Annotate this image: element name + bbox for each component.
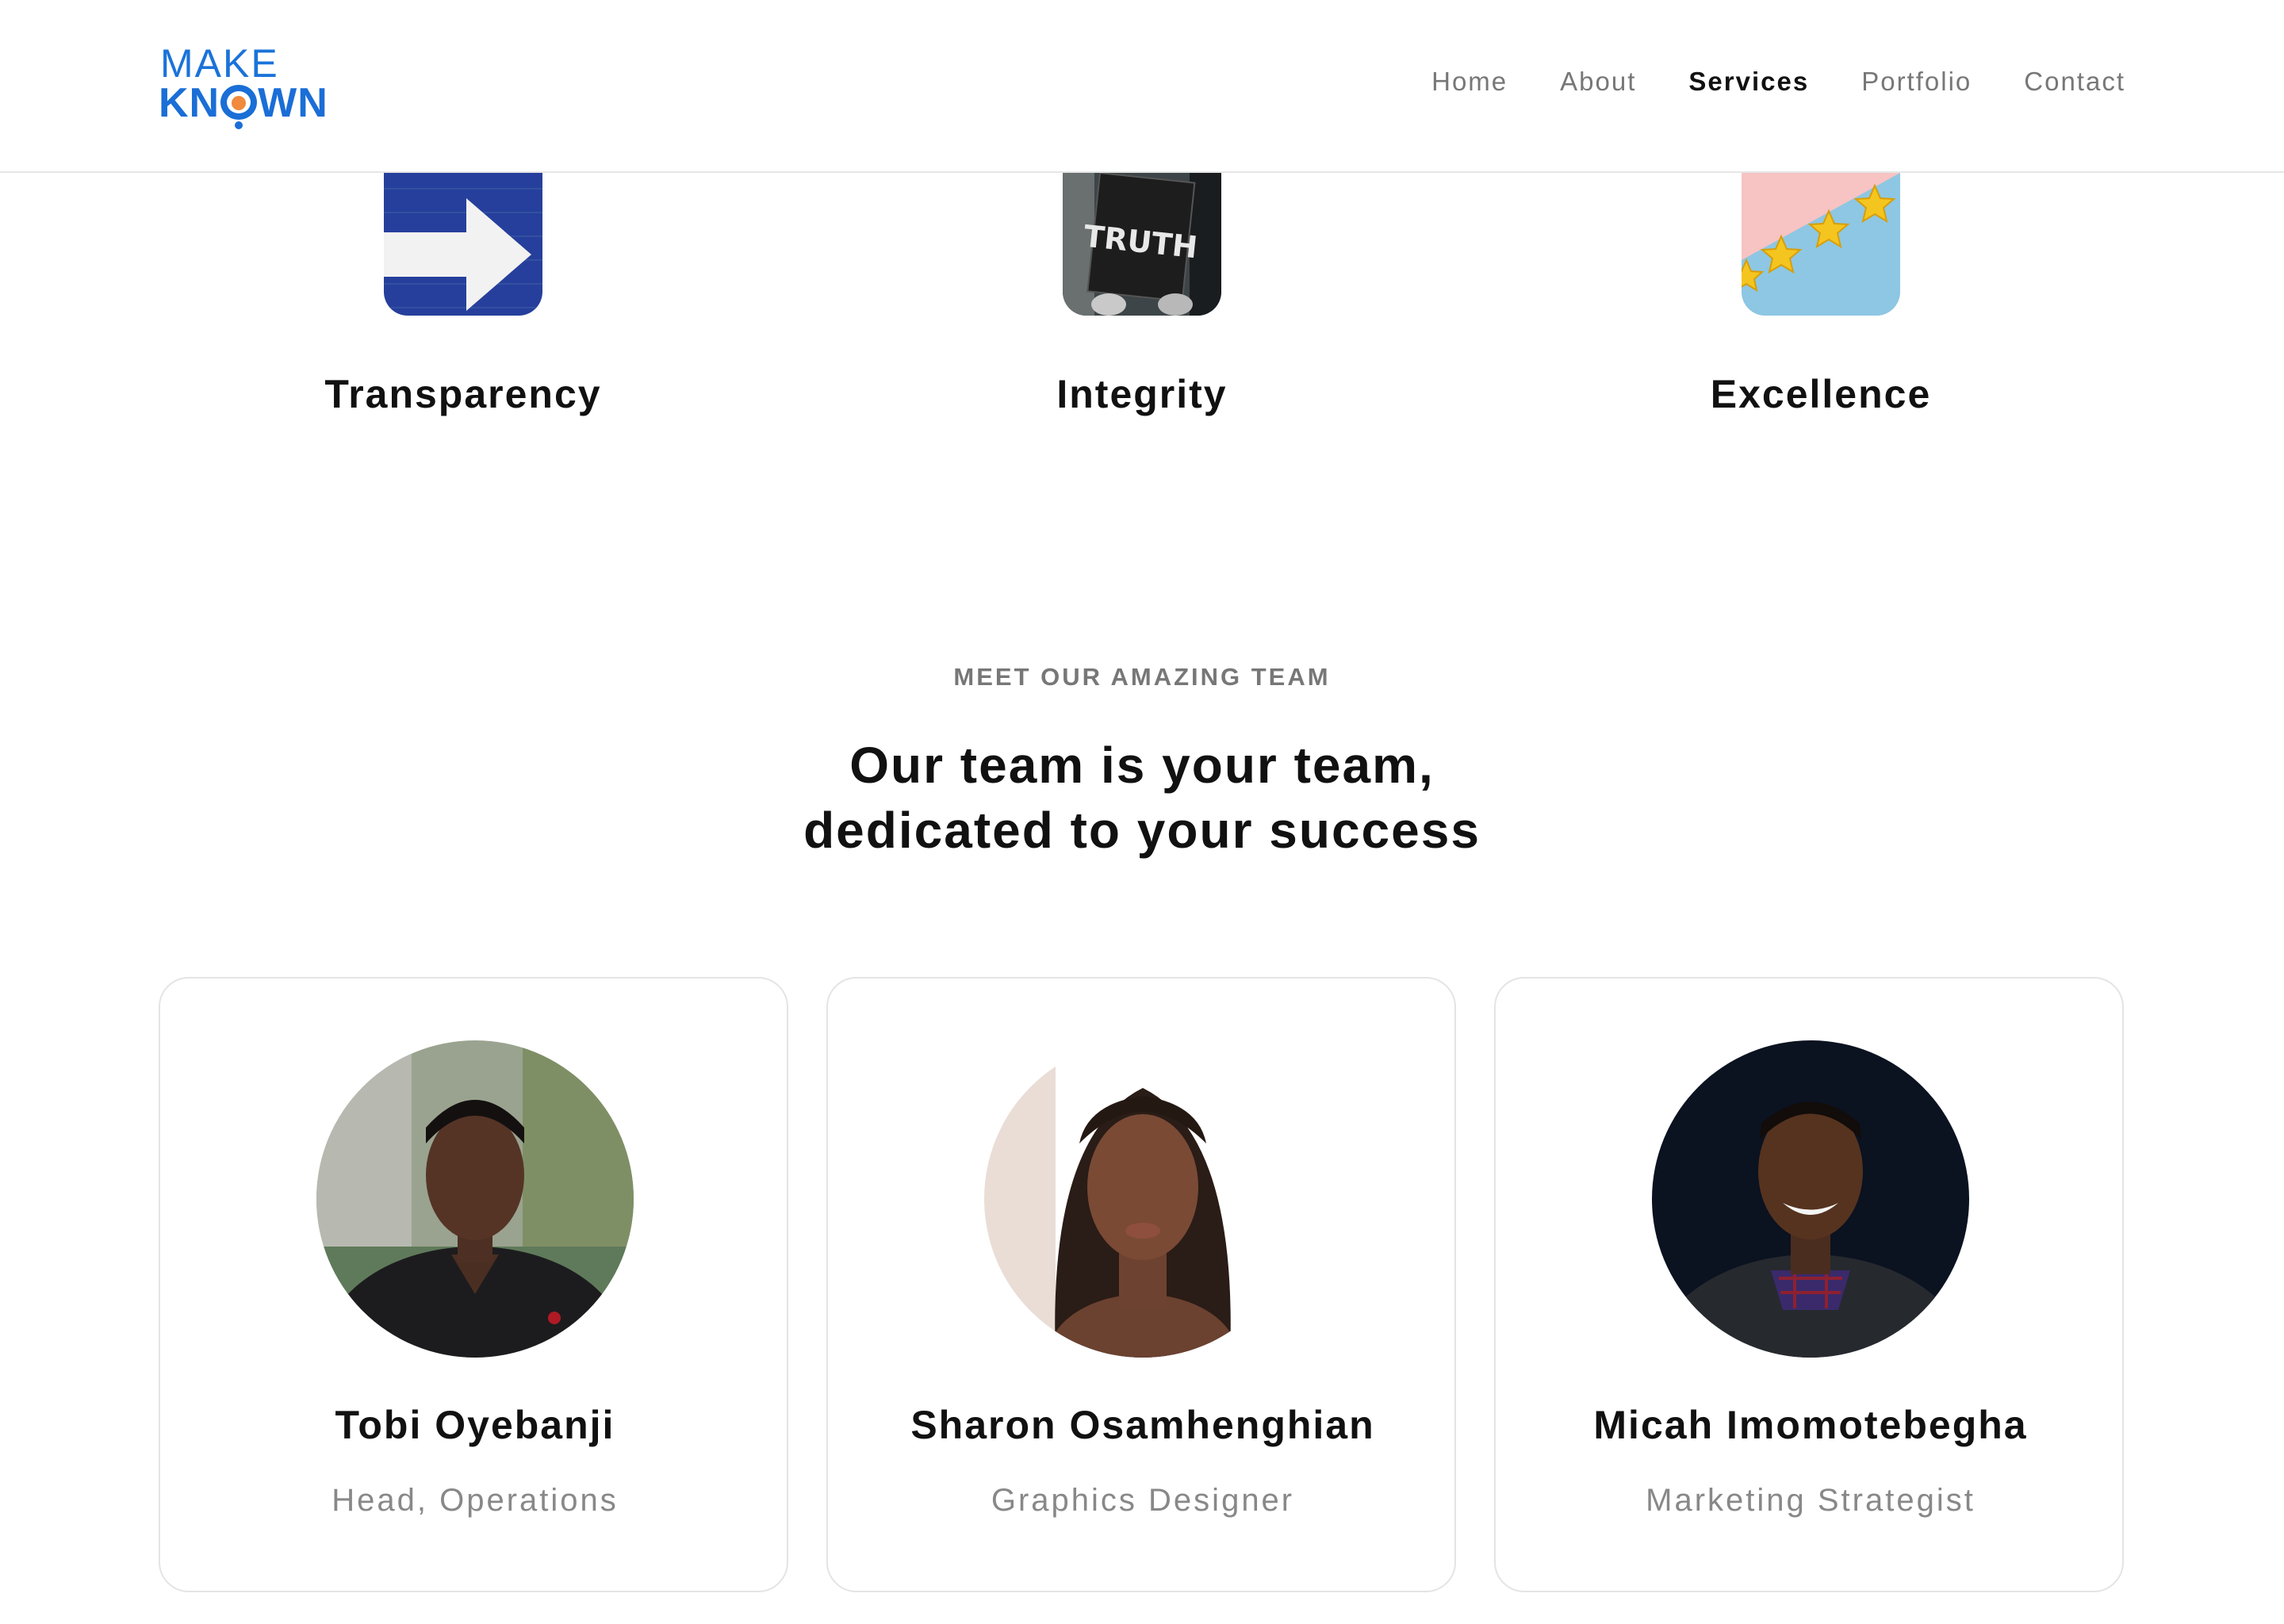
team-card: Micah Imomotebegha Marketing Strategist bbox=[1494, 977, 2124, 1592]
team-heading: Our team is your team, dedicated to your… bbox=[803, 737, 1481, 859]
member-name: Sharon Osamhenghian bbox=[910, 1403, 1375, 1447]
nav-about[interactable]: About bbox=[1560, 67, 1636, 97]
site-header: MAKE KN WN Home About Services Portfolio … bbox=[0, 0, 2284, 173]
nav-contact[interactable]: Contact bbox=[2024, 67, 2125, 97]
main-nav: Home About Services Portfolio Contact bbox=[1431, 67, 2125, 97]
logo-magnifier-icon bbox=[220, 85, 258, 129]
logo-known-text: KN WN bbox=[159, 80, 328, 129]
value-title: Transparency bbox=[324, 372, 602, 416]
nav-home[interactable]: Home bbox=[1431, 67, 1508, 97]
make-known-logo[interactable]: MAKE KN WN bbox=[159, 41, 349, 130]
team-eyebrow: MEET OUR AMAZING TEAM bbox=[953, 663, 1331, 691]
values-section: Transparency TRUTH Integrity Excellence bbox=[0, 141, 2284, 458]
team-card: Tobi Oyebanji Head, Operations bbox=[159, 977, 788, 1592]
member-role: Marketing Strategist bbox=[1646, 1483, 1976, 1518]
member-name: Micah Imomotebegha bbox=[1593, 1403, 2028, 1447]
logo-make-text: MAKE bbox=[160, 41, 279, 86]
nav-services[interactable]: Services bbox=[1688, 67, 1809, 97]
member-role: Head, Operations bbox=[331, 1483, 619, 1518]
avatar bbox=[316, 1040, 634, 1358]
member-role: Graphics Designer bbox=[991, 1483, 1295, 1518]
team-card: Sharon Osamhenghian Graphics Designer bbox=[826, 977, 1456, 1592]
avatar bbox=[1652, 1040, 1969, 1358]
member-name: Tobi Oyebanji bbox=[335, 1403, 615, 1447]
value-title: Integrity bbox=[1056, 372, 1228, 416]
value-title: Excellence bbox=[1710, 372, 1932, 416]
nav-portfolio[interactable]: Portfolio bbox=[1861, 67, 1972, 97]
avatar bbox=[984, 1040, 1301, 1358]
